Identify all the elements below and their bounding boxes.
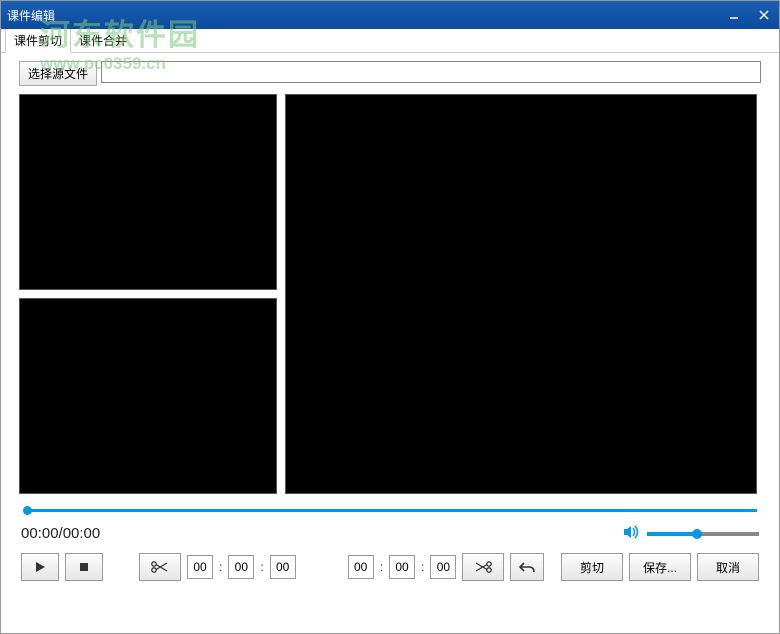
- controls-row: : : : : 剪切 保存... 取消: [19, 553, 761, 581]
- start-ss-input[interactable]: [270, 555, 296, 579]
- volume-icon[interactable]: [623, 524, 641, 543]
- time-separator: :: [219, 560, 222, 574]
- time-separator: :: [421, 560, 424, 574]
- undo-icon: [519, 561, 535, 573]
- start-hh-input[interactable]: [187, 555, 213, 579]
- volume-slider[interactable]: [647, 532, 759, 536]
- left-preview-column: [19, 94, 277, 494]
- time-separator: :: [260, 560, 263, 574]
- cut-button[interactable]: 剪切: [561, 553, 623, 581]
- close-button[interactable]: [749, 1, 779, 29]
- preview-area: [19, 94, 761, 494]
- tab-merge[interactable]: 课件合并: [71, 29, 135, 52]
- preview-panel-bottom: [19, 298, 277, 494]
- set-end-button[interactable]: [462, 553, 504, 581]
- volume-thumb[interactable]: [692, 529, 702, 539]
- preview-panel-main: [285, 94, 757, 494]
- window-title: 课件编辑: [7, 7, 55, 24]
- volume-fill: [647, 532, 697, 536]
- select-source-button[interactable]: 选择源文件: [19, 61, 97, 86]
- window: 课件编辑 课件剪切 课件合并 选择源文件: [0, 0, 780, 634]
- play-icon: [34, 561, 46, 573]
- content-area: 选择源文件 00:00/00:00: [1, 53, 779, 591]
- timeline-track: [27, 509, 757, 512]
- titlebar: 课件编辑: [1, 1, 779, 29]
- play-button[interactable]: [21, 553, 59, 581]
- volume-area: [623, 524, 759, 543]
- preview-panel-top: [19, 94, 277, 290]
- window-controls: [719, 1, 779, 29]
- time-display: 00:00/00:00: [21, 525, 100, 542]
- file-row: 选择源文件: [19, 61, 761, 86]
- set-start-button[interactable]: [139, 553, 181, 581]
- end-mm-input[interactable]: [389, 555, 415, 579]
- minimize-button[interactable]: [719, 1, 749, 29]
- tabs: 课件剪切 课件合并: [1, 31, 779, 53]
- start-mm-input[interactable]: [228, 555, 254, 579]
- scissor-end-icon: [473, 560, 493, 574]
- source-path-input[interactable]: [101, 61, 761, 83]
- scissor-start-icon: [150, 560, 170, 574]
- end-ss-input[interactable]: [430, 555, 456, 579]
- timeline[interactable]: [21, 504, 759, 518]
- stop-icon: [78, 561, 90, 573]
- end-hh-input[interactable]: [348, 555, 374, 579]
- undo-button[interactable]: [510, 553, 544, 581]
- tab-cut[interactable]: 课件剪切: [5, 28, 71, 53]
- cancel-button[interactable]: 取消: [697, 553, 759, 581]
- time-row: 00:00/00:00: [19, 524, 761, 543]
- time-separator: :: [380, 560, 383, 574]
- timeline-thumb[interactable]: [23, 506, 32, 515]
- save-button[interactable]: 保存...: [629, 553, 691, 581]
- stop-button[interactable]: [65, 553, 103, 581]
